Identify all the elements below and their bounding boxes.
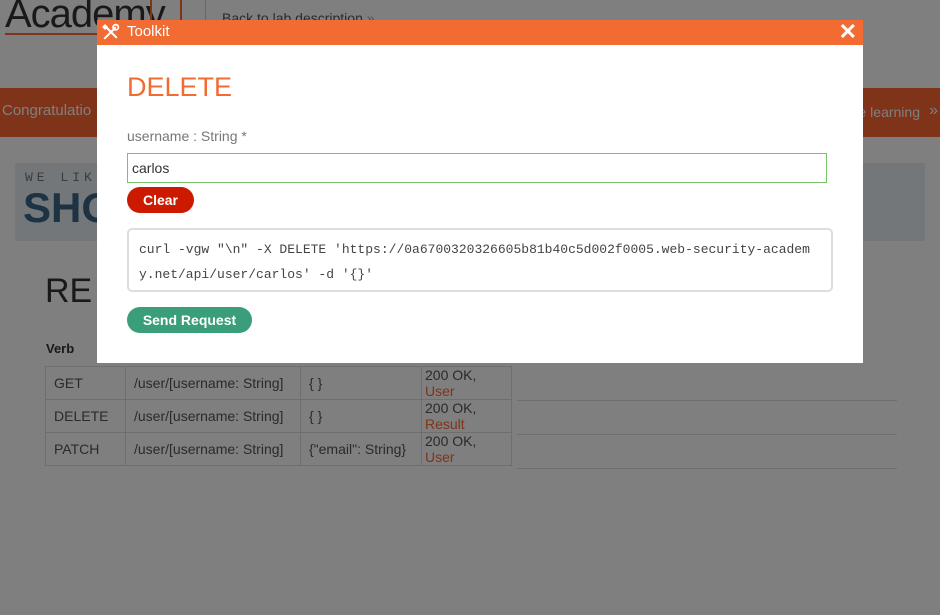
curl-command-box[interactable]: curl -vgw "\n" -X DELETE 'https://0a6700… xyxy=(127,228,833,292)
toolkit-title: Toolkit xyxy=(127,23,170,40)
toolkit-modal: Toolkit ✕ DELETE username : String * Cle… xyxy=(97,20,863,363)
http-method-title: DELETE xyxy=(127,72,233,102)
tools-icon xyxy=(102,23,120,40)
clear-button[interactable]: Clear xyxy=(127,187,194,213)
send-request-button[interactable]: Send Request xyxy=(127,307,252,333)
toolkit-title-bar: Toolkit ✕ xyxy=(97,20,863,45)
close-icon[interactable]: ✕ xyxy=(839,21,857,43)
username-input[interactable] xyxy=(127,153,827,183)
username-param-label: username : String * xyxy=(127,128,247,144)
